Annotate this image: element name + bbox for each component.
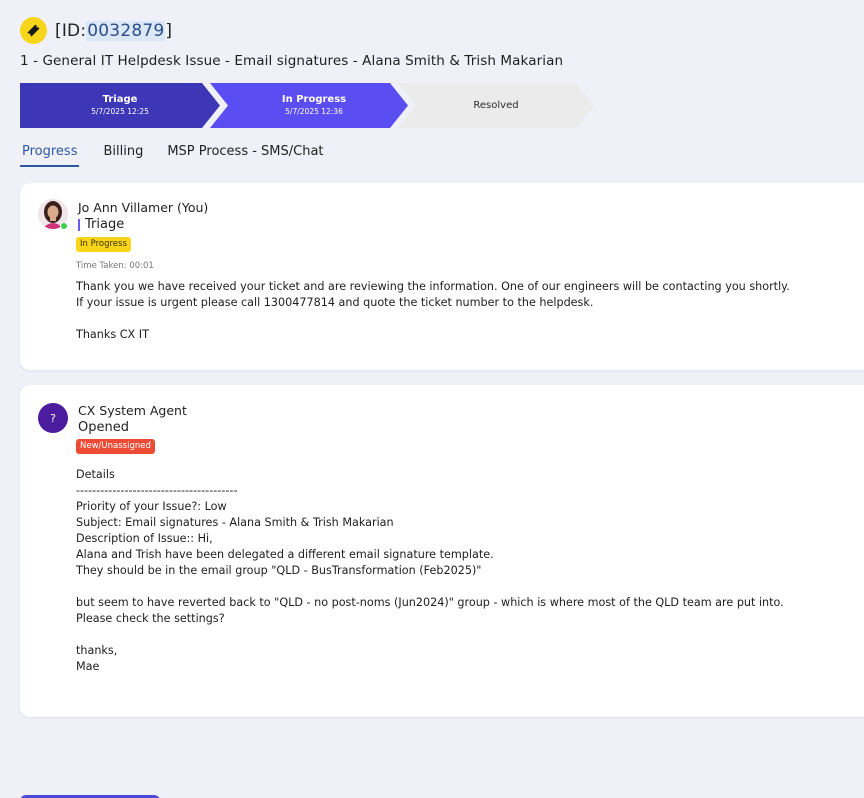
stage-resolved[interactable]: Resolved <box>408 83 584 128</box>
time-taken: Time Taken: 00:01 <box>76 261 154 271</box>
stage-marker <box>78 218 80 231</box>
status-badge: New/Unassigned <box>76 439 155 454</box>
stage-in-progress-name: In Progress <box>281 94 347 105</box>
tab-progress[interactable]: Progress <box>20 144 80 167</box>
ticket-icon <box>20 17 47 44</box>
entry-author: Jo Ann Villamer (You) <box>78 200 209 215</box>
entry-stage-label: Triage <box>85 217 125 232</box>
stage-triage[interactable]: Triage 5/7/2025 12:25 <box>20 83 220 128</box>
stage-in-progress-date: 5/7/2025 12:36 <box>285 107 343 116</box>
entry-stage: Triage <box>78 217 124 232</box>
stage-progress-bar: Triage 5/7/2025 12:25 In Progress 5/7/20… <box>20 83 600 128</box>
status-badge: In Progress <box>76 237 131 252</box>
tab-bar: Progress Billing MSP Process - SMS/Chat <box>20 144 348 167</box>
ticket-id-suffix: ] <box>165 20 173 41</box>
progress-entry: Jo Ann Villamer (You) Triage In Progress… <box>20 183 864 370</box>
online-status-icon <box>60 222 68 230</box>
ticket-header: [ID:0032879] <box>20 17 172 44</box>
tab-msp-process[interactable]: MSP Process - SMS/Chat <box>167 144 323 167</box>
entry-message: Thank you we have received your ticket a… <box>76 280 790 341</box>
progress-entry: ? CX System Agent Opened New/Unassigned … <box>20 385 864 717</box>
entry-stage: Opened <box>78 420 129 435</box>
ticket-id: [ID:0032879] <box>55 20 173 41</box>
stage-triage-name: Triage <box>102 94 138 105</box>
entry-stage-label: Opened <box>78 420 129 435</box>
ticket-subject: 1 - General IT Helpdesk Issue - Email si… <box>20 53 564 69</box>
entry-message: Details --------------------------------… <box>76 468 784 673</box>
stage-triage-date: 5/7/2025 12:25 <box>91 107 149 116</box>
avatar: ? <box>38 403 68 433</box>
ticket-id-number[interactable]: 0032879 <box>86 20 166 41</box>
entry-author: CX System Agent <box>78 403 187 418</box>
tab-billing[interactable]: Billing <box>103 144 143 167</box>
stage-in-progress[interactable]: In Progress 5/7/2025 12:36 <box>220 83 408 128</box>
stage-resolved-name: Resolved <box>473 99 519 111</box>
ticket-id-prefix: [ID: <box>55 20 87 41</box>
